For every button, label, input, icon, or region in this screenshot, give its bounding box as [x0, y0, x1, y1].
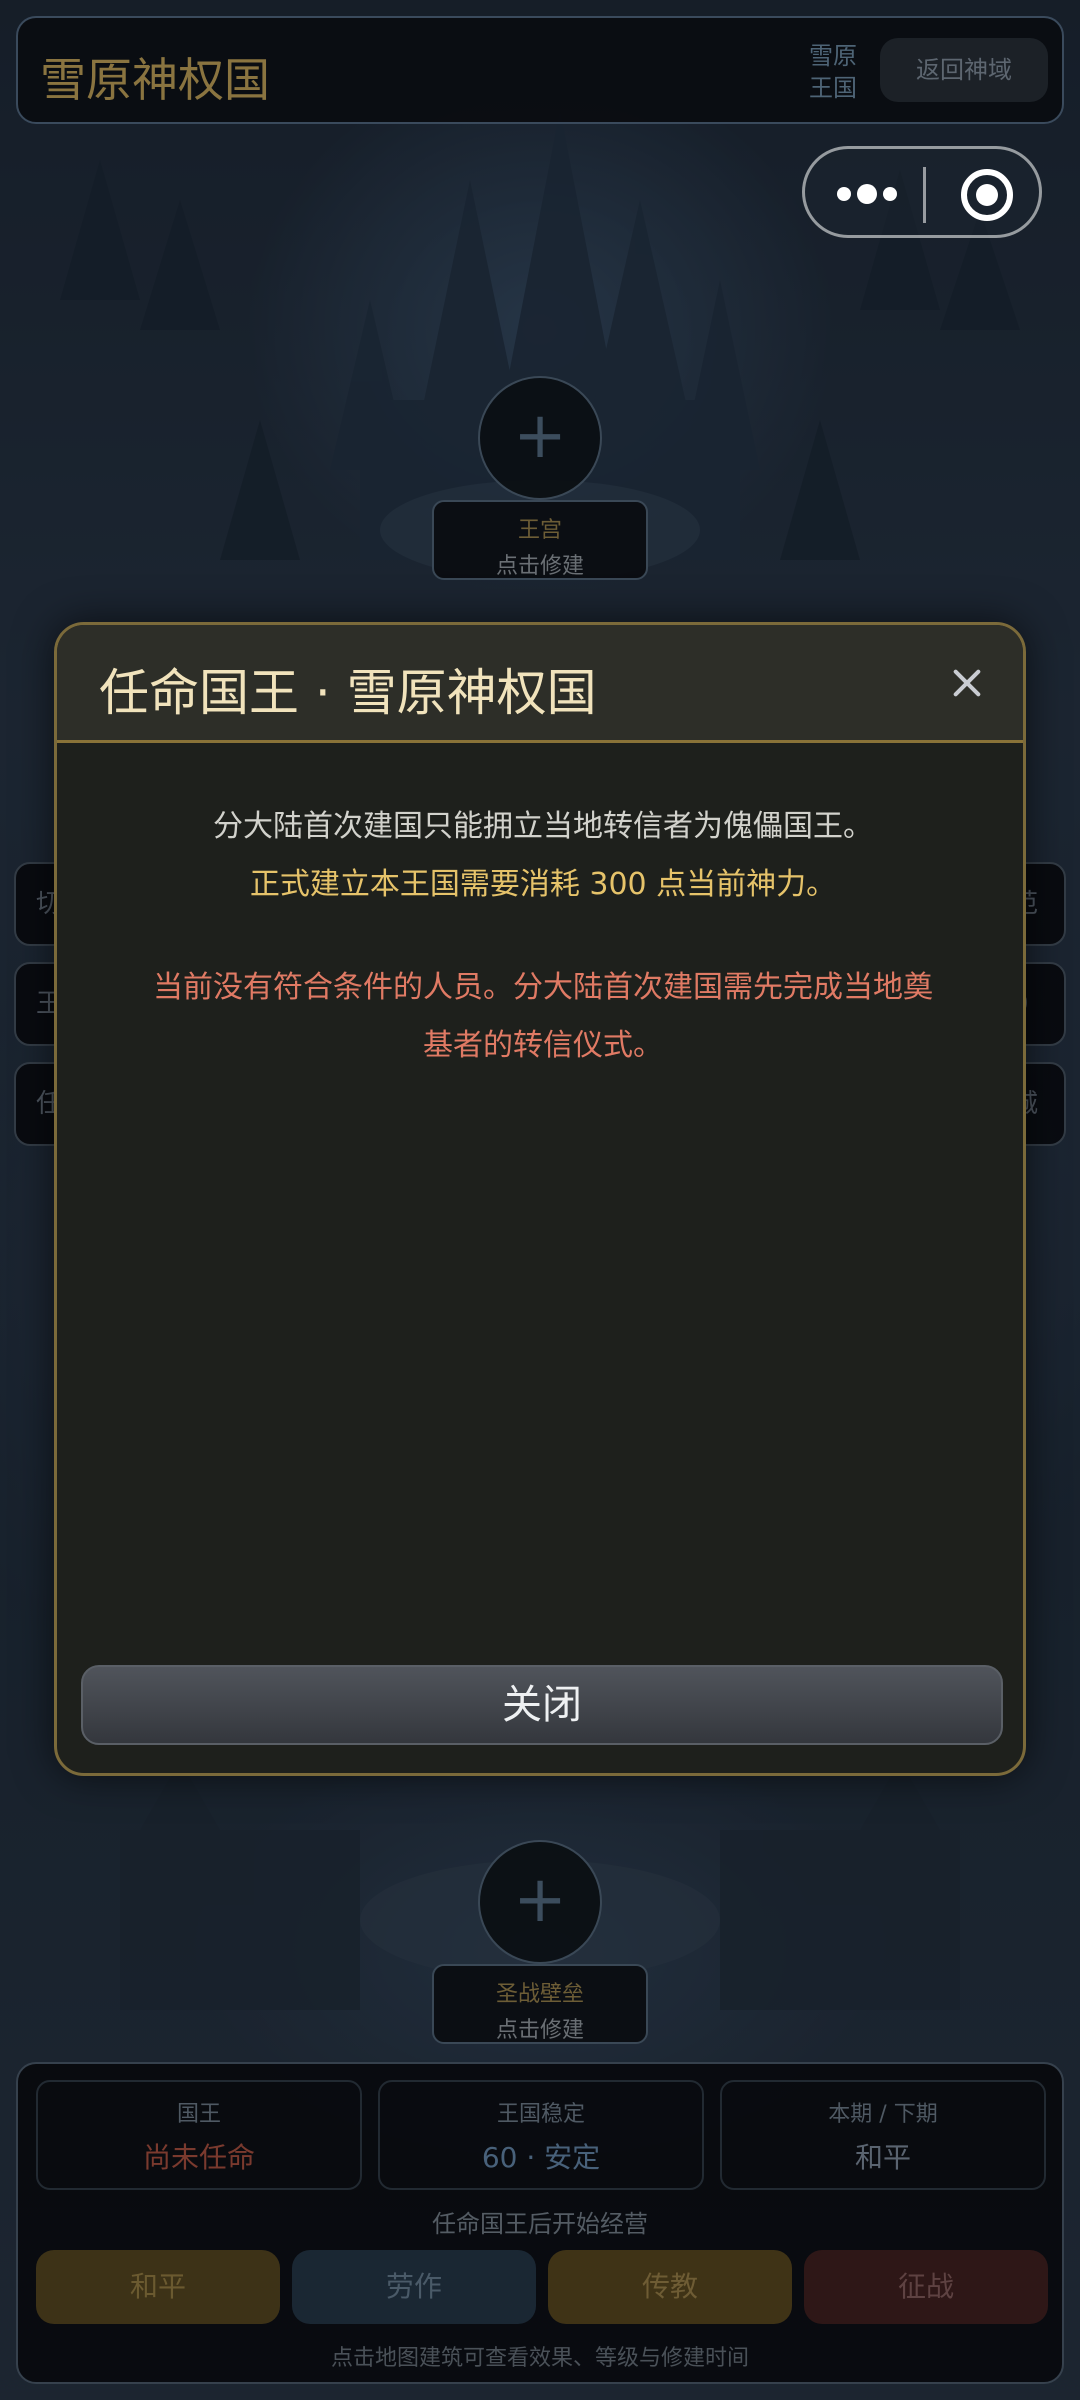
region-label: 雪原 王国 — [788, 40, 878, 104]
region-label-line1: 雪原 — [809, 42, 857, 70]
action-war-button[interactable]: 征战 — [804, 2250, 1048, 2324]
stat-label: 本期 / 下期 — [828, 2102, 938, 2127]
close-icon[interactable] — [947, 663, 987, 703]
capsule-divider — [923, 167, 926, 223]
stat-stability: 王国稳定 60 · 安定 — [378, 2080, 704, 2190]
action-preach-button[interactable]: 传教 — [548, 2250, 792, 2324]
dialog-cost-text: 正式建立本王国需要消耗 300 点当前神力。 — [249, 867, 837, 902]
return-button[interactable]: 返回神域 — [880, 38, 1048, 102]
close-miniprogram-icon[interactable] — [961, 169, 1013, 221]
dialog-header: 任命国王 · 雪原神权国 — [57, 625, 1023, 743]
build-slot-palace[interactable]: 王宫 点击修建 — [432, 500, 648, 580]
action-labor-button[interactable]: 劳作 — [292, 2250, 536, 2324]
more-options-icon[interactable] — [837, 179, 897, 209]
top-bar: 雪原神权国 雪原 王国 返回神域 — [16, 16, 1064, 124]
build-slot-name: 圣战壁垒 — [495, 1982, 584, 2007]
dialog-warning-line1: 当前没有符合条件的人员。分大陆首次建国需先完成当地奠 — [153, 970, 933, 1005]
action-peace-button[interactable]: 和平 — [36, 2250, 280, 2324]
close-button[interactable]: 关闭 — [81, 1665, 1003, 1745]
dialog-info-text: 分大陆首次建国只能拥立当地转信者为傀儡国王。 — [213, 809, 873, 844]
stat-label: 王国稳定 — [496, 2102, 585, 2127]
build-slot-hint: 点击修建 — [495, 2018, 584, 2043]
stat-label: 国王 — [176, 2102, 221, 2127]
dialog-warning-line2: 基者的转信仪式。 — [423, 1028, 663, 1063]
panel-hint: 任命国王后开始经营 — [432, 2210, 648, 2238]
appoint-king-dialog: 任命国王 · 雪原神权国 分大陆首次建国只能拥立当地转信者为傀儡国王。 正式建立… — [54, 622, 1026, 1776]
build-slot-fortress-plus-icon[interactable]: + — [478, 1840, 602, 1964]
page-title: 雪原神权国 — [40, 53, 270, 107]
build-slot-name: 王宫 — [517, 518, 562, 543]
region-label-line2: 王国 — [809, 74, 857, 102]
stat-king: 国王 尚未任命 — [36, 2080, 362, 2190]
stat-value: 尚未任命 — [142, 2141, 255, 2174]
stat-period: 本期 / 下期 和平 — [720, 2080, 1046, 2190]
stat-value: 60 · 安定 — [481, 2141, 601, 2174]
dialog-body: 分大陆首次建国只能拥立当地转信者为傀儡国王。 正式建立本王国需要消耗 300 点… — [117, 805, 969, 1075]
dialog-warning-text: 当前没有符合条件的人员。分大陆首次建国需先完成当地奠 基者的转信仪式。 — [117, 959, 969, 1075]
kingdom-status-panel: 国王 尚未任命 王国稳定 60 · 安定 本期 / 下期 和平 任命国王后开始经… — [16, 2062, 1064, 2384]
miniprogram-capsule — [802, 146, 1042, 238]
build-slot-fortress[interactable]: 圣战壁垒 点击修建 — [432, 1964, 648, 2044]
dialog-title: 任命国王 · 雪原神权国 — [99, 664, 597, 722]
build-slot-palace-plus-icon[interactable]: + — [478, 376, 602, 500]
build-slot-hint: 点击修建 — [495, 554, 584, 579]
stat-value: 和平 — [854, 2141, 911, 2174]
panel-footer-hint: 点击地图建筑可查看效果、等级与修建时间 — [330, 2346, 749, 2371]
